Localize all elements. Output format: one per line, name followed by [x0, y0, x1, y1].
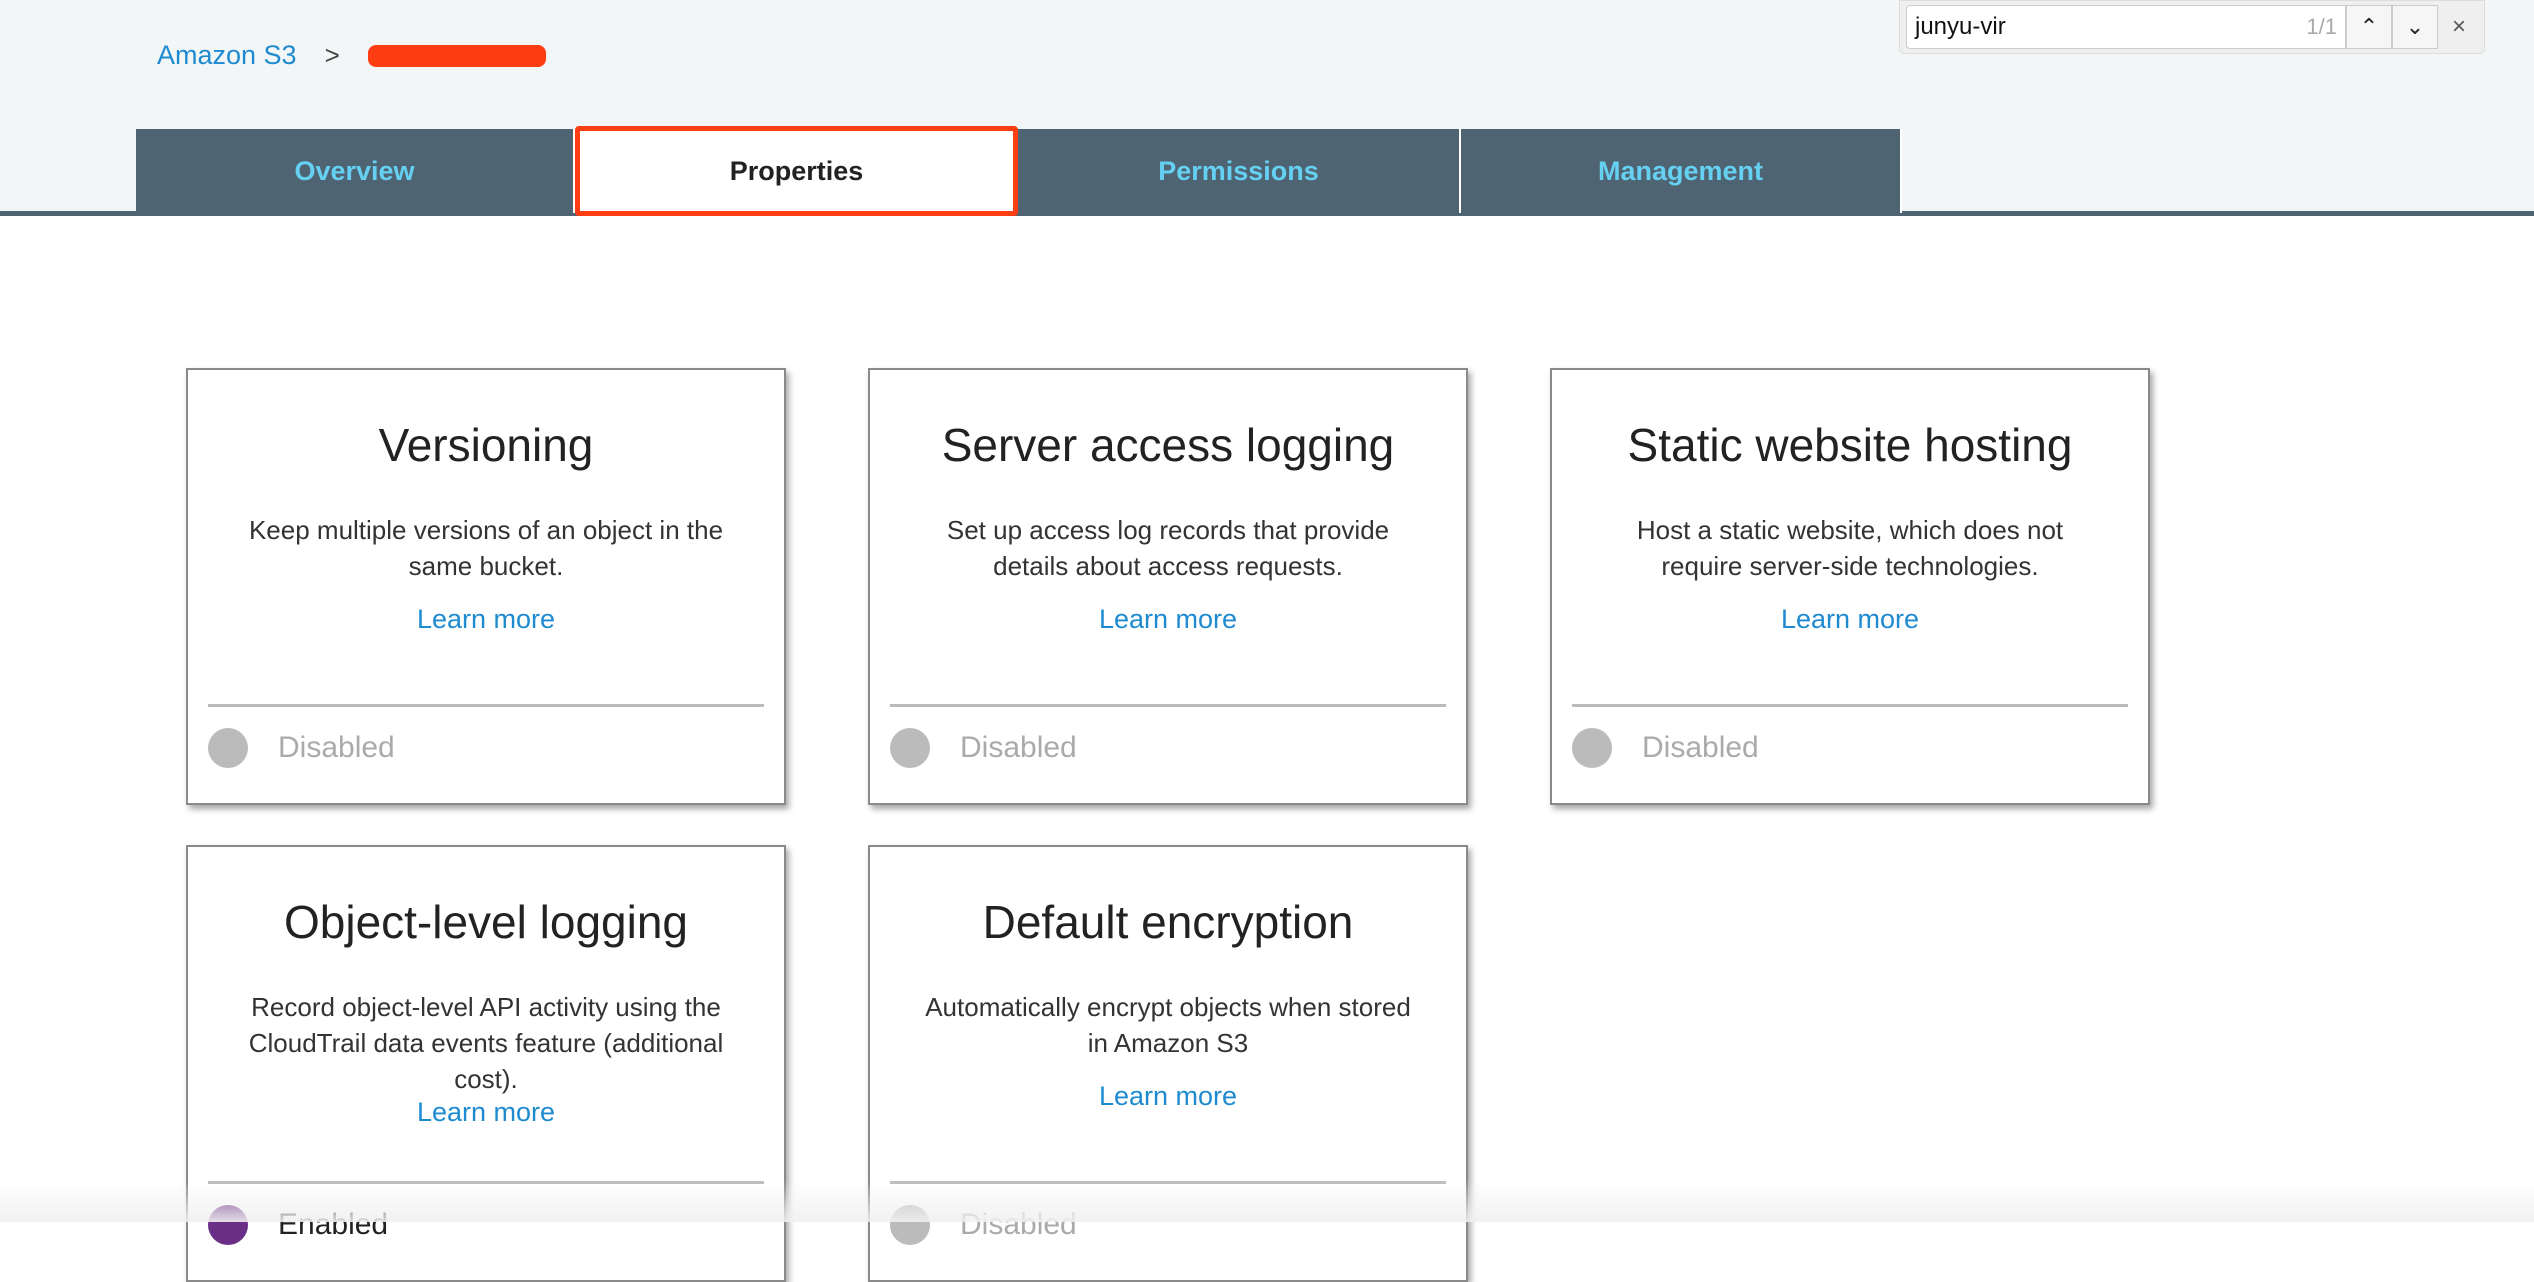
card-title: Static website hosting	[1552, 418, 2148, 472]
card-description: Keep multiple versions of an object in t…	[238, 512, 734, 584]
find-close-button[interactable]: ×	[2452, 13, 2466, 41]
status-label: Disabled	[960, 731, 1077, 765]
card-description: Automatically encrypt objects when store…	[920, 989, 1416, 1061]
divider	[1572, 704, 2128, 707]
divider	[890, 704, 1446, 707]
learn-more-link[interactable]: Learn more	[870, 1081, 1466, 1112]
find-count: 1/1	[2306, 14, 2337, 40]
status-radio-icon	[208, 728, 248, 768]
chevron-down-icon: ⌄	[2406, 14, 2424, 40]
find-prev-button[interactable]: ⌃	[2346, 5, 2392, 49]
card-title: Versioning	[188, 418, 784, 472]
card-description: Record object-level API activity using t…	[238, 989, 734, 1097]
header: Amazon S3 > junyu-vir 1/1 ⌃ ⌄ × Overview…	[0, 0, 2534, 216]
status: Disabled	[890, 728, 1077, 768]
card-versioning[interactable]: Versioning Keep multiple versions of an …	[186, 368, 786, 805]
status-radio-icon	[890, 728, 930, 768]
status: Disabled	[1572, 728, 1759, 768]
status: Disabled	[208, 728, 395, 768]
learn-more-link[interactable]: Learn more	[188, 604, 784, 635]
tab-management[interactable]: Management	[1461, 129, 1902, 213]
breadcrumb-bucket-redacted[interactable]	[368, 45, 546, 67]
card-title: Default encryption	[870, 895, 1466, 949]
learn-more-link[interactable]: Learn more	[1552, 604, 2148, 635]
tab-bar: Overview Properties Permissions Manageme…	[136, 129, 1902, 216]
card-server-access-logging[interactable]: Server access logging Set up access log …	[868, 368, 1468, 805]
learn-more-link[interactable]: Learn more	[870, 604, 1466, 635]
tab-properties[interactable]: Properties	[575, 126, 1018, 216]
breadcrumb-separator: >	[325, 40, 340, 71]
breadcrumb: Amazon S3 >	[157, 40, 546, 71]
learn-more-link[interactable]: Learn more	[188, 1097, 784, 1128]
status-label: Disabled	[278, 731, 395, 765]
divider	[208, 704, 764, 707]
find-bar: junyu-vir 1/1 ⌃ ⌄ ×	[1899, 0, 2485, 54]
card-description: Host a static website, which does not re…	[1602, 512, 2098, 584]
find-input[interactable]: junyu-vir 1/1	[1906, 5, 2346, 49]
breadcrumb-amazon-s3[interactable]: Amazon S3	[157, 40, 297, 71]
card-title: Object-level logging	[188, 895, 784, 949]
bottom-fade	[0, 1180, 2534, 1222]
status-radio-icon	[1572, 728, 1612, 768]
tab-permissions[interactable]: Permissions	[1018, 129, 1461, 213]
chevron-up-icon: ⌃	[2360, 14, 2378, 40]
card-static-website-hosting[interactable]: Static website hosting Host a static web…	[1550, 368, 2150, 805]
tab-overview[interactable]: Overview	[136, 129, 575, 213]
status-label: Disabled	[1642, 731, 1759, 765]
card-title: Server access logging	[870, 418, 1466, 472]
card-description: Set up access log records that provide d…	[920, 512, 1416, 584]
find-next-button[interactable]: ⌄	[2392, 5, 2438, 49]
find-query: junyu-vir	[1915, 13, 2306, 41]
